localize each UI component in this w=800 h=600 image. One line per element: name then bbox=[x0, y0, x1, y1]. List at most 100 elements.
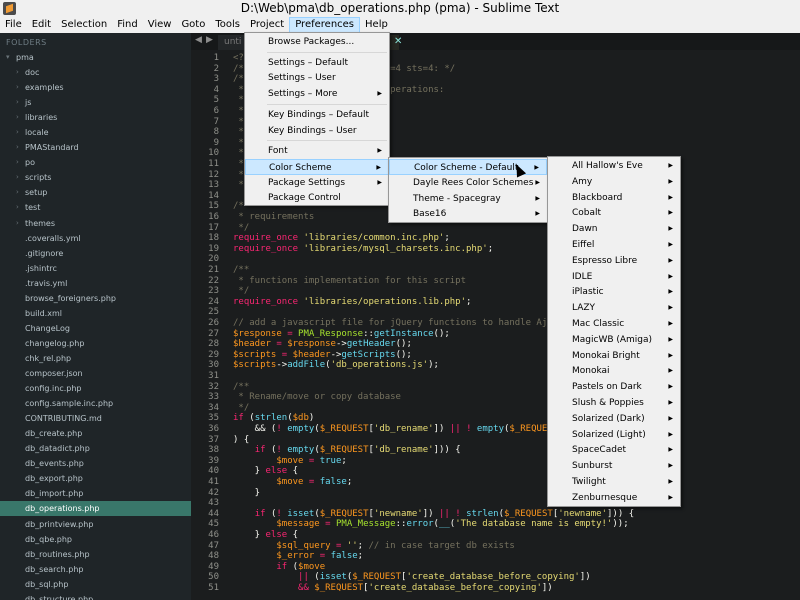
code-line[interactable]: 41 $move = false; bbox=[191, 477, 800, 488]
menu-help[interactable]: Help bbox=[360, 17, 393, 33]
tab-nav-right-icon[interactable]: ▶ bbox=[206, 35, 213, 45]
code-line[interactable]: 20 bbox=[191, 254, 800, 265]
sidebar-file[interactable]: db_operations.php bbox=[0, 501, 191, 517]
menu-item-font[interactable]: Font ▶ bbox=[245, 143, 389, 159]
menu-goto[interactable]: Goto bbox=[176, 17, 210, 33]
sidebar-file[interactable]: db_datadict.php bbox=[0, 441, 191, 456]
menu-item-solarized-dark[interactable]: Solarized (Dark) ▶ bbox=[548, 411, 680, 427]
menu-item-eiffel[interactable]: Eiffel ▶ bbox=[548, 237, 680, 253]
code-line[interactable]: 24 require_once 'libraries/operations.lib… bbox=[191, 297, 800, 308]
menu-item-dayle-rees-color-schemes[interactable]: Dayle Rees Color Schemes ▶ bbox=[389, 175, 547, 191]
code-line[interactable]: 49 if ($move bbox=[191, 562, 800, 573]
tab-nav-left-icon[interactable]: ◀ bbox=[195, 35, 202, 45]
sidebar-file[interactable]: ChangeLog bbox=[0, 321, 191, 336]
sidebar-file[interactable]: .coveralls.yml bbox=[0, 231, 191, 246]
code-line[interactable]: 36 && (! empty($_REQUEST['db_rename']) |… bbox=[191, 424, 800, 435]
sidebar-file[interactable]: browse_foreigners.php bbox=[0, 291, 191, 306]
code-line[interactable]: 26// add a javascript file for jQuery fu… bbox=[191, 318, 800, 329]
sidebar-folder[interactable]: › libraries bbox=[0, 110, 191, 125]
code-line[interactable]: 37) { bbox=[191, 435, 800, 446]
sidebar-folder[interactable]: › PMAStandard bbox=[0, 140, 191, 155]
menu-tools[interactable]: Tools bbox=[210, 17, 245, 33]
menu-item-pastels-on-dark[interactable]: Pastels on Dark ▶ bbox=[548, 379, 680, 395]
sidebar-folder-root[interactable]: ▾ pma bbox=[0, 50, 191, 65]
sidebar-file[interactable]: db_qbe.php bbox=[0, 532, 191, 547]
menu-file[interactable]: File bbox=[0, 17, 27, 33]
sidebar-file[interactable]: db_events.php bbox=[0, 456, 191, 471]
menu-item-solarized-light[interactable]: Solarized (Light) ▶ bbox=[548, 427, 680, 443]
code-line[interactable]: 38 if (! empty($_REQUEST['db_rename'])) … bbox=[191, 445, 800, 456]
code-line[interactable]: 30 $scripts->addFile('db_operations.js'); bbox=[191, 360, 800, 371]
code-line[interactable]: 33 * Rename/move or copy database bbox=[191, 392, 800, 403]
code-line[interactable]: 48 $_error = false; bbox=[191, 551, 800, 562]
menu-item-package-settings[interactable]: Package Settings ▶ bbox=[245, 175, 389, 191]
menu-project[interactable]: Project bbox=[245, 17, 289, 33]
menu-item-color-scheme[interactable]: Color Scheme ▶ bbox=[245, 158, 389, 175]
code-line[interactable]: 43 bbox=[191, 498, 800, 509]
menu-edit[interactable]: Edit bbox=[27, 17, 56, 33]
sidebar-folder[interactable]: › test bbox=[0, 200, 191, 215]
menu-item-espresso-libre[interactable]: Espresso Libre ▶ bbox=[548, 253, 680, 269]
menu-item-all-hallow-s-eve[interactable]: All Hallow's Eve ▶ bbox=[548, 158, 680, 174]
sidebar-file[interactable]: changelog.php bbox=[0, 336, 191, 351]
sidebar-folder[interactable]: › examples bbox=[0, 80, 191, 95]
sidebar-file[interactable]: db_create.php bbox=[0, 426, 191, 441]
sidebar-file[interactable]: db_sql.php bbox=[0, 577, 191, 592]
menu-item-settings-more[interactable]: Settings – More ▶ bbox=[245, 86, 389, 102]
code-line[interactable]: 23 */ bbox=[191, 286, 800, 297]
code-line[interactable]: 34 */ bbox=[191, 403, 800, 414]
menu-item-cobalt[interactable]: Cobalt ▶ bbox=[548, 205, 680, 221]
menu-view[interactable]: View bbox=[143, 17, 177, 33]
menu-item-slush-poppies[interactable]: Slush & Poppies ▶ bbox=[548, 395, 680, 411]
menu-item-key-bindings-user[interactable]: Key Bindings – User bbox=[245, 123, 389, 139]
sidebar-file[interactable]: composer.json bbox=[0, 366, 191, 381]
menu-find[interactable]: Find bbox=[112, 17, 143, 33]
sidebar-folder[interactable]: › doc bbox=[0, 65, 191, 80]
code-line[interactable]: 42 } bbox=[191, 488, 800, 499]
menu-item-magicwb-amiga[interactable]: MagicWB (Amiga) ▶ bbox=[548, 332, 680, 348]
code-line[interactable]: 21 /** bbox=[191, 265, 800, 276]
menu-item-amy[interactable]: Amy ▶ bbox=[548, 174, 680, 190]
sidebar-folder[interactable]: › js bbox=[0, 95, 191, 110]
menu-item-lazy[interactable]: LAZY ▶ bbox=[548, 300, 680, 316]
sidebar-file[interactable]: db_search.php bbox=[0, 562, 191, 577]
code-line[interactable]: 22 * functions implementation for this s… bbox=[191, 276, 800, 287]
sidebar-file[interactable]: config.inc.php bbox=[0, 381, 191, 396]
menu-item-idle[interactable]: IDLE ▶ bbox=[548, 269, 680, 285]
sidebar-file[interactable]: config.sample.inc.php bbox=[0, 396, 191, 411]
sidebar-file[interactable]: .gitignore bbox=[0, 246, 191, 261]
menu-item-key-bindings-default[interactable]: Key Bindings – Default bbox=[245, 107, 389, 123]
sidebar-file[interactable]: chk_rel.php bbox=[0, 351, 191, 366]
close-icon[interactable]: ✕ bbox=[394, 36, 402, 47]
code-line[interactable]: 29 $scripts = $header->getScripts(); bbox=[191, 350, 800, 361]
menu-item-base16[interactable]: Base16 ▶ bbox=[389, 206, 547, 222]
menu-item-zenburnesque[interactable]: Zenburnesque ▶ bbox=[548, 490, 680, 506]
sidebar-file[interactable]: .travis.yml bbox=[0, 276, 191, 291]
code-line[interactable]: 51 && $_REQUEST['create_database_before_… bbox=[191, 583, 800, 594]
sidebar-file[interactable]: db_routines.php bbox=[0, 547, 191, 562]
code-line[interactable]: 28 $header = $response->getHeader(); bbox=[191, 339, 800, 350]
code-line[interactable]: 27 $response = PMA_Response::getInstance(… bbox=[191, 329, 800, 340]
menu-item-spacecadet[interactable]: SpaceCadet ▶ bbox=[548, 442, 680, 458]
sidebar-file[interactable]: db_export.php bbox=[0, 471, 191, 486]
sidebar-file[interactable]: CONTRIBUTING.md bbox=[0, 411, 191, 426]
sidebar-folder[interactable]: › themes bbox=[0, 216, 191, 231]
sidebar-folder[interactable]: › po bbox=[0, 155, 191, 170]
menu-item-monokai[interactable]: Monokai ▶ bbox=[548, 363, 680, 379]
code-line[interactable]: 50 || (isset($_REQUEST['create_database_… bbox=[191, 572, 800, 583]
code-line[interactable]: 44 if (! isset($_REQUEST['newname']) || … bbox=[191, 509, 800, 520]
menu-item-dawn[interactable]: Dawn ▶ bbox=[548, 221, 680, 237]
code-line[interactable]: 47 $sql_query = ''; // in case target db… bbox=[191, 541, 800, 552]
menu-item-twilight[interactable]: Twilight ▶ bbox=[548, 474, 680, 490]
menu-selection[interactable]: Selection bbox=[56, 17, 112, 33]
code-line[interactable]: 25 bbox=[191, 307, 800, 318]
code-line[interactable]: 46 } else { bbox=[191, 530, 800, 541]
code-line[interactable]: 40 } else { bbox=[191, 466, 800, 477]
menu-item-settings-default[interactable]: Settings – Default bbox=[245, 55, 389, 71]
sidebar-file[interactable]: build.xml bbox=[0, 306, 191, 321]
menu-item-monokai-bright[interactable]: Monokai Bright ▶ bbox=[548, 348, 680, 364]
code-line[interactable]: 31 bbox=[191, 371, 800, 382]
sidebar-file[interactable]: db_structure.php bbox=[0, 592, 191, 600]
sidebar-folder[interactable]: › locale bbox=[0, 125, 191, 140]
menu-item-mac-classic[interactable]: Mac Classic ▶ bbox=[548, 316, 680, 332]
